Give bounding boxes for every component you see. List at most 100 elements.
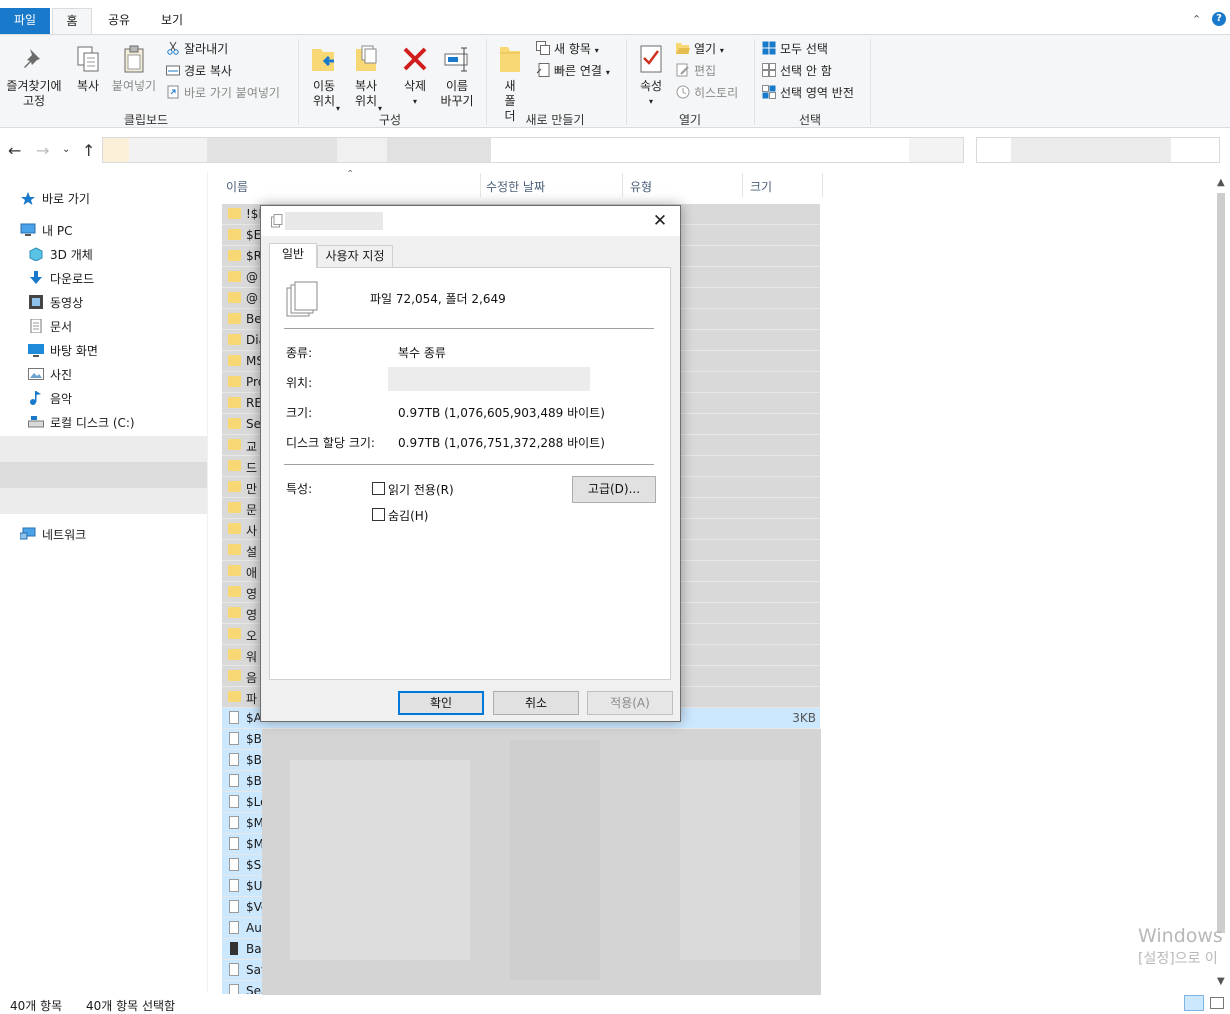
file-name: 영: [246, 587, 258, 601]
tab-home[interactable]: 홈: [52, 8, 92, 35]
readonly-checkbox[interactable]: [372, 482, 385, 495]
folder-icon: [228, 313, 241, 324]
nav-item-pictures[interactable]: 사진: [28, 364, 72, 386]
file-name: Se: [246, 417, 261, 431]
select-none-button[interactable]: 선택 안 함: [762, 61, 832, 81]
close-icon[interactable]: ✕: [648, 210, 672, 232]
tab-file[interactable]: 파일: [0, 8, 50, 34]
drive-icon: [28, 414, 44, 428]
easy-access-button[interactable]: 빠른 연결 ▾: [536, 61, 610, 81]
size-label: 크기:: [286, 406, 313, 420]
column-divider[interactable]: [822, 173, 823, 197]
tab-custom[interactable]: 사용자 지정: [317, 245, 393, 267]
help-icon[interactable]: ?: [1212, 12, 1226, 26]
folder-icon: [228, 523, 241, 534]
copy-button[interactable]: 복사: [70, 43, 106, 94]
tab-general[interactable]: 일반: [269, 243, 317, 268]
column-divider[interactable]: [480, 173, 481, 197]
back-arrow-icon[interactable]: ←: [8, 141, 21, 160]
address-row: ← → ⌄ ↑: [0, 129, 1230, 173]
new-folder-icon: [494, 43, 526, 75]
apply-button[interactable]: 적용(A): [587, 691, 673, 715]
folder-icon: [228, 460, 241, 471]
copy-path-button[interactable]: 경로 복사: [166, 61, 232, 81]
scroll-down-arrow-icon[interactable]: ▼: [1217, 976, 1225, 987]
pin-quick-access-button[interactable]: 즐겨찾기에 고정: [2, 43, 66, 109]
history-button[interactable]: 히스토리: [676, 83, 738, 103]
pin-icon: [18, 43, 50, 75]
properties-check-icon: [635, 43, 667, 75]
dialog-title-bar[interactable]: ✕: [261, 206, 680, 236]
delete-button[interactable]: 삭제 ▾: [396, 43, 434, 109]
up-arrow-icon[interactable]: ↑: [82, 141, 95, 160]
nav-item-documents[interactable]: 문서: [28, 316, 72, 338]
nav-item-3d-objects[interactable]: 3D 개체: [28, 244, 93, 266]
hidden-checkbox[interactable]: [372, 508, 385, 521]
select-all-button[interactable]: 모두 선택: [762, 39, 828, 59]
folder-icon: [228, 649, 241, 660]
nav-item-quick-access[interactable]: 바로 가기: [20, 188, 90, 210]
advanced-button[interactable]: 고급(D)...: [572, 476, 656, 503]
vertical-scrollbar[interactable]: ▲ ▼: [1213, 173, 1230, 993]
scrollbar-thumb[interactable]: [1217, 193, 1225, 933]
file-icon: [229, 816, 239, 829]
file-name: 영: [246, 608, 258, 622]
select-none-icon: [762, 63, 776, 77]
attributes-label: 특성:: [286, 482, 313, 496]
cancel-button[interactable]: 취소: [493, 691, 579, 715]
tab-share[interactable]: 공유: [98, 8, 140, 34]
tab-view[interactable]: 보기: [150, 8, 194, 34]
computer-icon: [20, 222, 36, 236]
navigation-pane: 바로 가기 내 PC 3D 개체 다운로드 동영상 문서 바탕 화면 사진 음악…: [0, 184, 208, 984]
nav-item-local-disk[interactable]: 로컬 디스크 (C:): [28, 412, 135, 434]
rename-button[interactable]: 이름 바꾸기: [436, 43, 478, 109]
column-header-type[interactable]: 유형: [630, 178, 652, 195]
column-header-name[interactable]: 이름: [226, 178, 248, 195]
details-view-icon[interactable]: [1184, 995, 1204, 1011]
dropdown-arrow-icon: ▾: [605, 68, 610, 77]
redacted-region: [909, 138, 963, 162]
large-icons-view-icon[interactable]: [1210, 997, 1224, 1009]
open-button[interactable]: 열기 ▾: [676, 39, 724, 59]
readonly-label[interactable]: 읽기 전용(R): [388, 481, 454, 498]
nav-item-this-pc[interactable]: 내 PC: [20, 220, 72, 242]
file-name: 음: [246, 671, 258, 685]
file-icon: [229, 774, 239, 787]
nav-item-videos[interactable]: 동영상: [28, 292, 83, 314]
column-divider[interactable]: [622, 173, 623, 197]
invert-selection-button[interactable]: 선택 영역 반전: [762, 83, 854, 103]
forward-arrow-icon[interactable]: →: [36, 141, 49, 160]
group-divider: [870, 39, 871, 125]
folder-icon: [228, 586, 241, 597]
paste-button[interactable]: 붙여넣기: [108, 43, 160, 94]
new-item-button[interactable]: 새 항목 ▾: [536, 39, 599, 59]
paste-shortcut-button[interactable]: 바로 가기 붙여넣기: [166, 83, 280, 103]
nav-item-music[interactable]: 음악: [28, 388, 72, 410]
divider: [284, 328, 654, 329]
cut-button[interactable]: 잘라내기: [166, 39, 228, 59]
file-name: 만: [246, 482, 258, 496]
file-icon: [229, 753, 239, 766]
column-divider[interactable]: [742, 173, 743, 197]
copy-to-button[interactable]: 복사 위치 ▾: [346, 43, 386, 113]
hidden-label[interactable]: 숨김(H): [388, 507, 428, 524]
recent-locations-chevron-icon[interactable]: ⌄: [62, 144, 70, 155]
folder-icon: [228, 271, 241, 282]
nav-item-desktop[interactable]: 바탕 화면: [28, 340, 98, 362]
file-name: 파: [246, 692, 258, 706]
address-bar[interactable]: [102, 137, 964, 163]
redacted-region: [285, 212, 383, 230]
nav-item-network[interactable]: 네트워크: [19, 524, 86, 546]
folder-icon: [228, 376, 241, 387]
scroll-up-arrow-icon[interactable]: ▲: [1217, 177, 1225, 188]
collapse-ribbon-icon[interactable]: ⌃: [1192, 13, 1201, 26]
search-box[interactable]: [976, 137, 1220, 163]
edit-button[interactable]: 편집: [676, 61, 716, 81]
ok-button[interactable]: 확인: [398, 691, 484, 715]
move-to-button[interactable]: 이동 위치 ▾: [304, 43, 344, 113]
properties-button[interactable]: 속성 ▾: [632, 43, 670, 109]
nav-item-downloads[interactable]: 다운로드: [28, 268, 94, 290]
column-header-size[interactable]: 크기: [750, 178, 772, 195]
column-header-modified[interactable]: 수정한 날짜: [486, 178, 545, 195]
folder-icon: [228, 502, 241, 513]
